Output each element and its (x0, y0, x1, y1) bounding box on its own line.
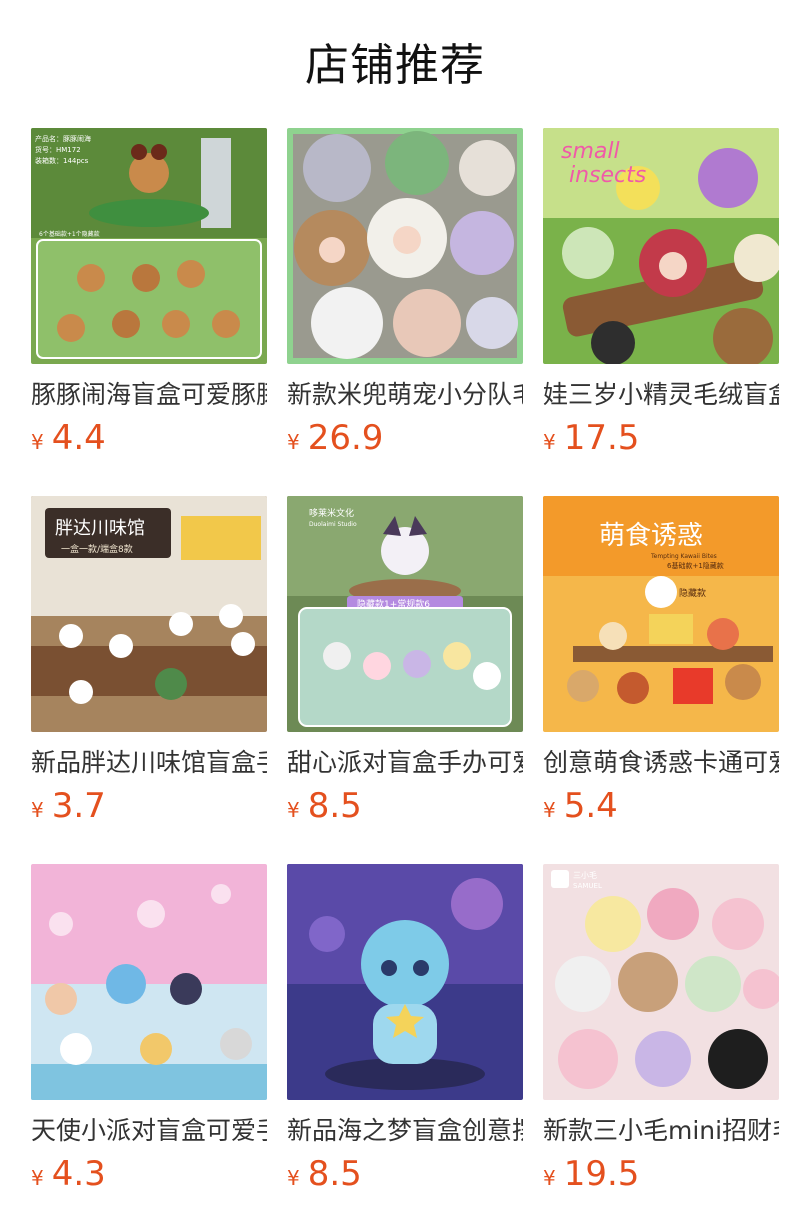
product-image[interactable] (31, 864, 267, 1100)
price-value: 4.4 (51, 418, 106, 458)
image-label: 胖达川味馆 (55, 518, 145, 539)
image-label: 一盒一款/端盒8款 (61, 543, 133, 555)
product-price: ¥5.4 (543, 786, 779, 832)
product-price: ¥17.5 (543, 418, 779, 464)
product-price: ¥26.9 (287, 418, 523, 464)
product-card[interactable]: 三小毛 SAMUEL 新款三小毛mini招财毛绒挂件 ¥19.5 (543, 864, 779, 1200)
product-price: ¥8.5 (287, 1154, 523, 1200)
image-label: 装箱数：144pcs (35, 156, 89, 165)
image-label: 6基础款+1隐藏款 (667, 561, 724, 570)
product-name[interactable]: 新品胖达川味馆盲盒手办 (31, 746, 267, 780)
product-price: ¥8.5 (287, 786, 523, 832)
image-label: 隐藏款1+常规款6 (357, 598, 430, 610)
product-card[interactable]: 新款米兜萌宠小分队毛绒盲盒 ¥26.9 (287, 128, 523, 464)
image-label: SAMUEL (573, 882, 602, 890)
currency-symbol: ¥ (287, 430, 300, 454)
product-image[interactable] (287, 864, 523, 1100)
image-label: insects (569, 163, 646, 188)
currency-symbol: ¥ (287, 798, 300, 822)
product-image[interactable]: small insects (543, 128, 779, 364)
image-label: Tempting Kawaii Bites (650, 553, 717, 560)
product-card[interactable]: 天使小派对盲盒可爱手办 ¥4.3 (31, 864, 267, 1200)
price-value: 5.4 (563, 786, 618, 826)
product-image[interactable]: 胖达川味馆 一盒一款/端盒8款 (31, 496, 267, 732)
currency-symbol: ¥ (31, 430, 44, 454)
product-price: ¥3.7 (31, 786, 267, 832)
image-label: 6个基础款+1个隐藏款 (39, 230, 100, 238)
image-label: 三小毛 (573, 870, 597, 880)
product-name[interactable]: 豚豚闹海盲盒可爱豚豚公仔 (31, 378, 267, 412)
image-label: 萌食诱惑 (599, 521, 703, 551)
image-label: small (561, 139, 620, 164)
price-value: 26.9 (307, 418, 384, 458)
currency-symbol: ¥ (543, 1166, 556, 1190)
product-image[interactable]: 三小毛 SAMUEL (543, 864, 779, 1100)
image-label: 哆莱米文化 (309, 507, 354, 519)
currency-symbol: ¥ (31, 798, 44, 822)
currency-symbol: ¥ (287, 1166, 300, 1190)
image-label: 隐藏款 (679, 587, 706, 599)
product-name[interactable]: 创意萌食诱惑卡通可爱摆件 (543, 746, 779, 780)
product-image[interactable] (287, 128, 523, 364)
product-image[interactable]: 产品名：豚豚闹海 货号：HM172 装箱数：144pcs 6个基础款+1个隐藏款 (31, 128, 267, 364)
price-value: 8.5 (307, 1154, 362, 1194)
product-image[interactable]: 哆莱米文化 Duolaimi Studio 隐藏款1+常规款6 (287, 496, 523, 732)
product-card[interactable]: 胖达川味馆 一盒一款/端盒8款 新品胖达川味馆盲盒手办 ¥3.7 (31, 496, 267, 832)
product-card[interactable]: 哆莱米文化 Duolaimi Studio 隐藏款1+常规款6 甜心派对盲盒手办… (287, 496, 523, 832)
product-card[interactable]: 萌食诱惑 Tempting Kawaii Bites 6基础款+1隐藏款 隐藏款… (543, 496, 779, 832)
price-value: 8.5 (307, 786, 362, 826)
product-price: ¥4.3 (31, 1154, 267, 1200)
price-value: 19.5 (563, 1154, 640, 1194)
product-name[interactable]: 甜心派对盲盒手办可爱摆件 (287, 746, 523, 780)
image-label: Duolaimi Studio (309, 521, 357, 528)
product-name[interactable]: 天使小派对盲盒可爱手办 (31, 1114, 267, 1148)
product-card[interactable]: small insects 娃三岁小精灵毛绒盲盒挂件 ¥17.5 (543, 128, 779, 464)
page-title: 店铺推荐 (305, 40, 485, 91)
product-price: ¥19.5 (543, 1154, 779, 1200)
image-label: 货号：HM172 (35, 145, 81, 154)
product-card[interactable]: 新品海之梦盲盒创意摆件 ¥8.5 (287, 864, 523, 1200)
price-value: 3.7 (51, 786, 106, 826)
price-value: 4.3 (51, 1154, 106, 1194)
currency-symbol: ¥ (31, 1166, 44, 1190)
product-card[interactable]: 产品名：豚豚闹海 货号：HM172 装箱数：144pcs 6个基础款+1个隐藏款… (31, 128, 267, 464)
product-name[interactable]: 新款三小毛mini招财毛绒挂件 (543, 1114, 779, 1148)
product-image[interactable]: 萌食诱惑 Tempting Kawaii Bites 6基础款+1隐藏款 隐藏款 (543, 496, 779, 732)
product-name[interactable]: 新款米兜萌宠小分队毛绒盲盒 (287, 378, 523, 412)
image-label: 产品名：豚豚闹海 (35, 134, 91, 143)
product-price: ¥4.4 (31, 418, 267, 464)
product-name[interactable]: 新品海之梦盲盒创意摆件 (287, 1114, 523, 1148)
price-value: 17.5 (563, 418, 640, 458)
currency-symbol: ¥ (543, 798, 556, 822)
currency-symbol: ¥ (543, 430, 556, 454)
product-name[interactable]: 娃三岁小精灵毛绒盲盒挂件 (543, 378, 779, 412)
